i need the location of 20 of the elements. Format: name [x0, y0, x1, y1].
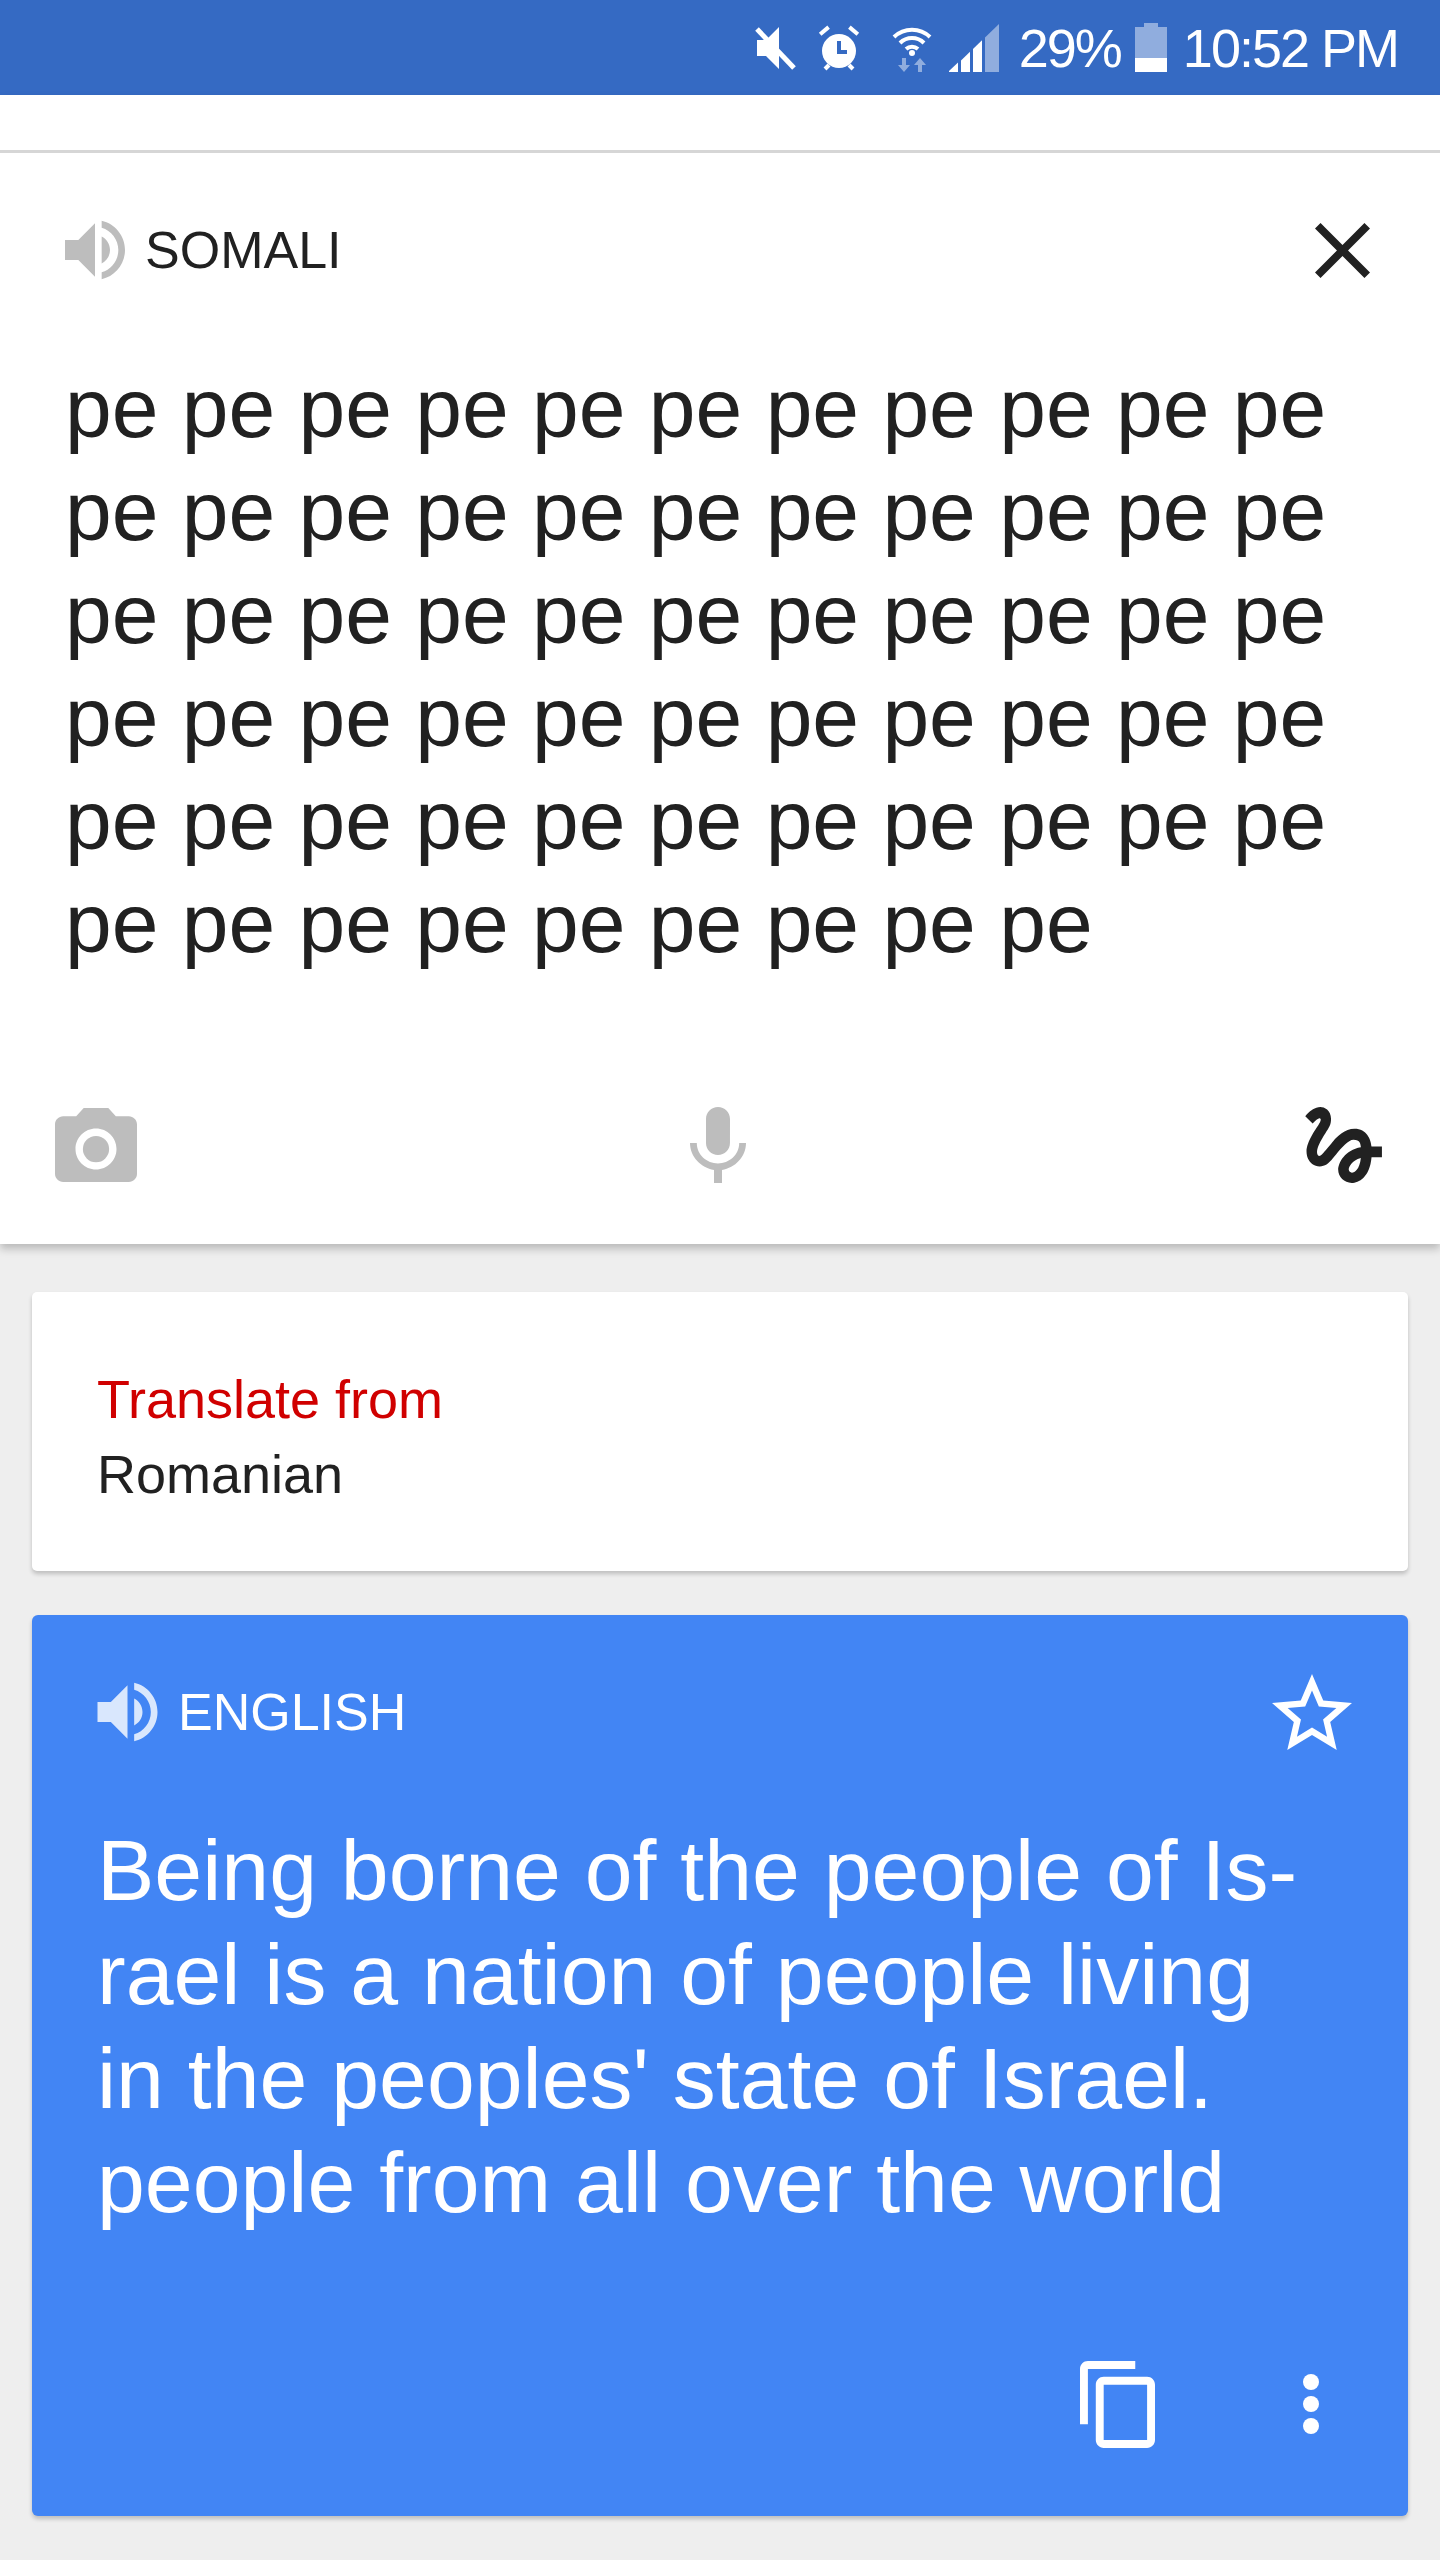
translate-from-label: Translate from: [97, 1368, 445, 1431]
microphone-icon[interactable]: [689, 1107, 746, 1183]
speaker-icon[interactable]: [65, 220, 125, 280]
battery-icon: [1134, 23, 1167, 72]
signal-icon: [948, 23, 999, 72]
copy-icon[interactable]: [1080, 2360, 1155, 2448]
clock-time: 10:52 PM: [1182, 17, 1398, 78]
handwriting-icon[interactable]: [1305, 1107, 1382, 1183]
source-language-label: SOMALI: [145, 220, 342, 281]
more-icon[interactable]: [1300, 2371, 1322, 2437]
translation-text: Being borne of the people of Is- rael is a nation of people living in the peoples' state of Israel. people from all over the world: [97, 1821, 1299, 2232]
speaker-icon[interactable]: [97, 1682, 158, 1742]
source-text-field[interactable]: pe pe pe pe pe pe pe pe pe pe pe pe pe pe pe pe pe pe pe pe pe pe pe pe pe pe pe pe pe pe pe pe pe pe pe pe pe pe pe pe pe pe pe pe pe pe pe pe pe pe pe pe pe pe pe pe pe pe pe pe pe pe pe pe: [65, 357, 1370, 975]
detected-language: Romanian: [97, 1443, 345, 1506]
translate-from-card[interactable]: Translate from Romanian: [32, 1292, 1408, 1571]
star-icon[interactable]: [1272, 1674, 1352, 1750]
camera-icon[interactable]: [55, 1108, 137, 1182]
target-language-label: ENGLISH: [178, 1682, 407, 1743]
close-icon[interactable]: [1315, 222, 1370, 278]
battery-percent: 29%: [1018, 17, 1121, 78]
